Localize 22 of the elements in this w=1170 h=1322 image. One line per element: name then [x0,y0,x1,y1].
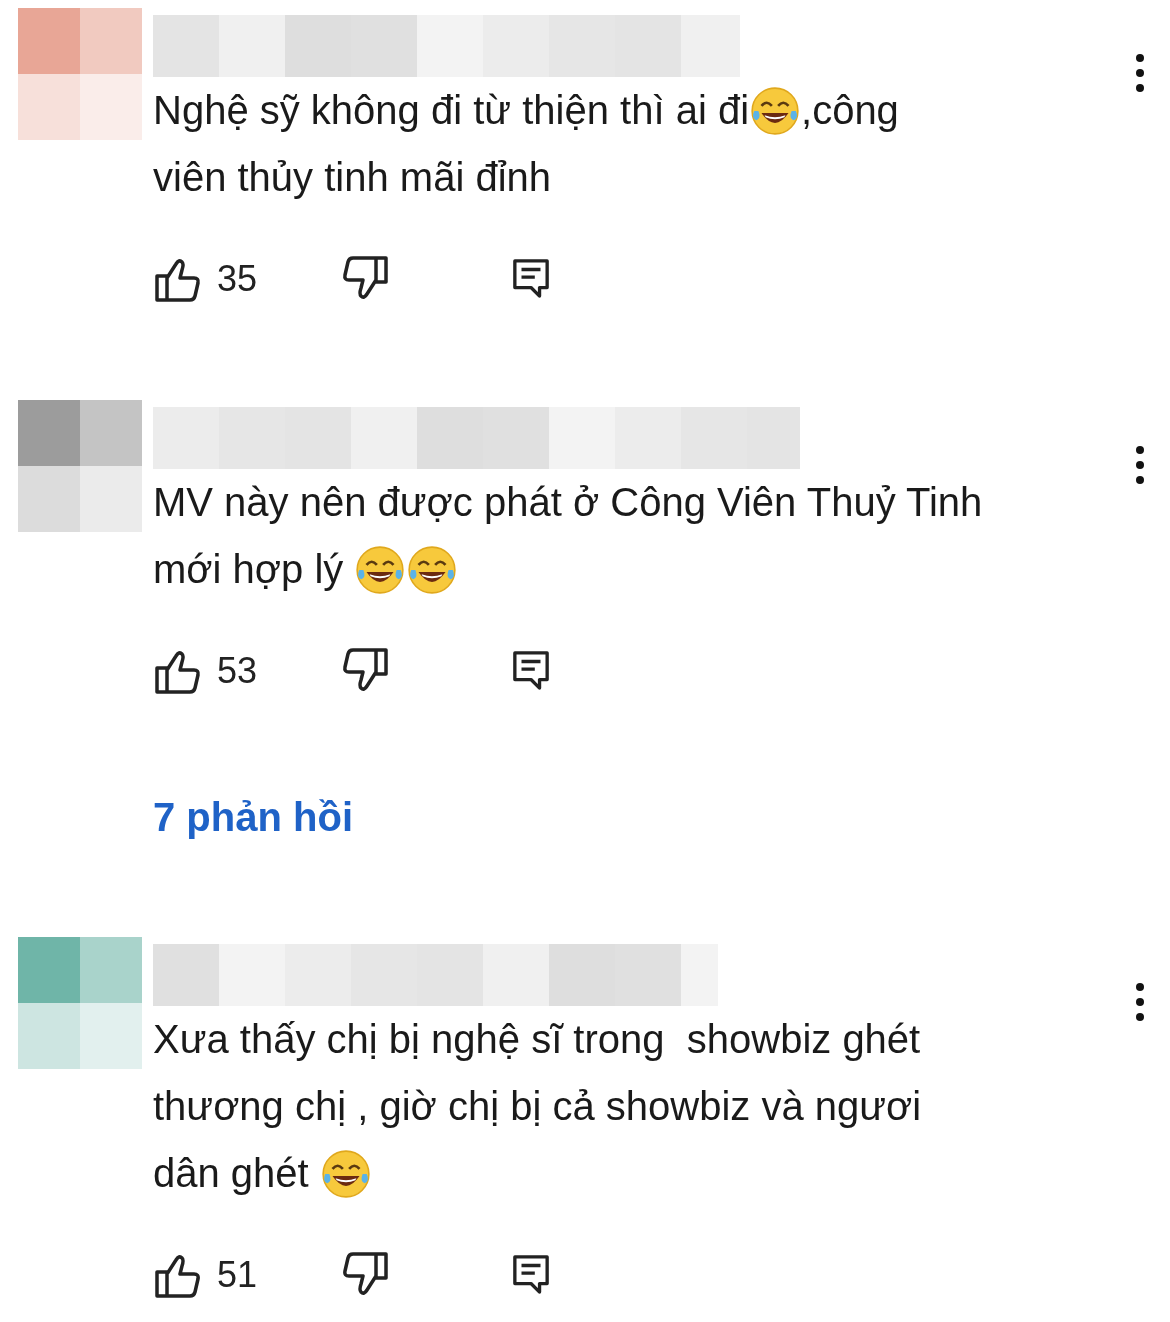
comment-text: viên thủy tinh mãi đỉnh [153,155,551,200]
comment-text: thương chị , giờ chị bị cả showbiz và ngươi [153,1084,922,1129]
like-count: 53 [217,650,259,692]
comment-text: ,công [801,88,899,133]
comment-text: Nghệ sỹ không đi từ thiện thì ai đi [153,88,749,133]
laughing-emoji-icon [749,84,801,137]
laughing-emoji-icon [406,543,459,596]
reply-icon[interactable] [512,258,550,300]
comment-text: MV này nên được phát ở Công Viên Thuỷ Tinh [153,480,983,525]
more-options-icon[interactable] [1135,982,1145,1022]
more-options-icon[interactable] [1135,445,1145,485]
comment-text: mới hợp lý [153,547,345,592]
reply-icon[interactable] [512,650,550,692]
laughing-emoji-icon [319,1147,372,1200]
replies-link[interactable]: 7 phản hồi [153,789,353,845]
comment-text: dân ghét [153,1151,310,1196]
laughing-emoji-icon [354,543,407,596]
comment-text: Xưa thấy chị bị nghệ sĩ trong showbiz ghét [153,1017,921,1062]
like-count: 51 [217,1254,259,1296]
like-count: 35 [217,258,259,300]
more-options-icon[interactable] [1135,53,1145,93]
reply-icon[interactable] [512,1254,550,1296]
